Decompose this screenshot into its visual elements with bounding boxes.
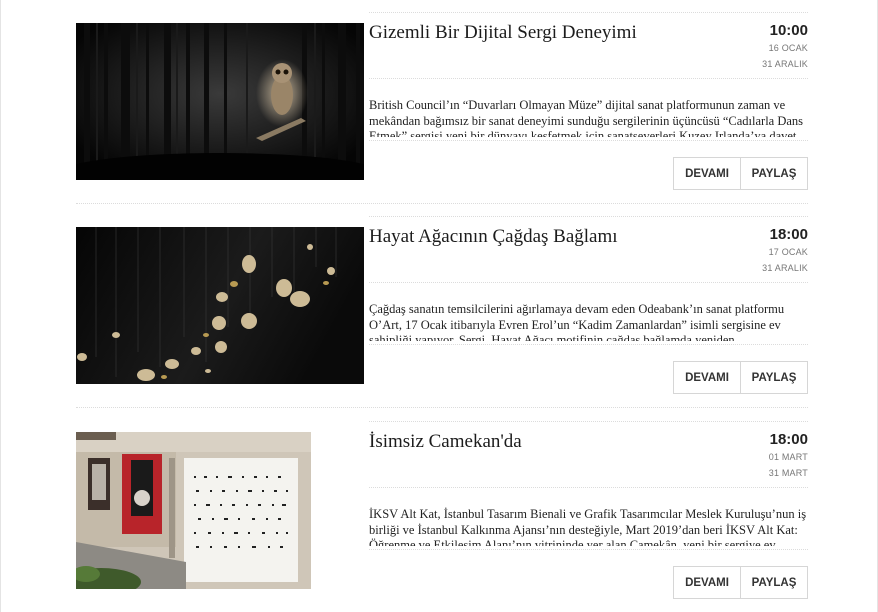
event-separator xyxy=(76,203,808,204)
event-actions: DEVAMI PAYLAŞ xyxy=(673,361,808,394)
event-start-date: 17 OCAK xyxy=(768,247,808,257)
event-actions: DEVAMI PAYLAŞ xyxy=(673,566,808,599)
event-description: İKSV Alt Kat, İstanbul Tasarım Bienali v… xyxy=(369,507,807,546)
share-button[interactable]: PAYLAŞ xyxy=(741,361,808,394)
more-button[interactable]: DEVAMI xyxy=(673,157,741,190)
divider xyxy=(369,216,808,217)
divider xyxy=(369,487,808,488)
event-end-date: 31 MART xyxy=(768,468,808,478)
event-description: British Council’ın “Duvarları Olmayan Mü… xyxy=(369,98,804,137)
event-title[interactable]: İsimsiz Camekan'da xyxy=(369,431,522,453)
event-info: Gizemli Bir Dijital Sergi Deneyimi 10:00… xyxy=(369,12,808,202)
divider xyxy=(369,140,808,141)
divider xyxy=(369,344,808,345)
event-separator xyxy=(76,407,808,408)
divider xyxy=(369,282,808,283)
divider xyxy=(369,12,808,13)
divider xyxy=(369,421,808,422)
event-card: İsimsiz Camekan'da 18:00 01 MART 31 MART… xyxy=(76,421,808,611)
share-button[interactable]: PAYLAŞ xyxy=(741,157,808,190)
event-time: 10:00 xyxy=(769,22,808,39)
event-description: Çağdaş sanatın temsilcilerini ağırlamaya… xyxy=(369,302,785,341)
divider xyxy=(369,549,808,550)
event-actions: DEVAMI PAYLAŞ xyxy=(673,157,808,190)
event-start-date: 16 OCAK xyxy=(768,43,808,53)
event-image-owl-forest[interactable] xyxy=(76,23,364,180)
event-start-date: 01 MART xyxy=(768,452,808,462)
event-info: Hayat Ağacının Çağdaş Bağlamı 18:00 17 O… xyxy=(369,216,808,406)
event-end-date: 31 ARALIK xyxy=(762,263,808,273)
more-button[interactable]: DEVAMI xyxy=(673,566,741,599)
event-card: Hayat Ağacının Çağdaş Bağlamı 18:00 17 O… xyxy=(76,216,808,406)
more-button[interactable]: DEVAMI xyxy=(673,361,741,394)
divider xyxy=(369,78,808,79)
events-page: Gizemli Bir Dijital Sergi Deneyimi 10:00… xyxy=(0,0,878,612)
share-button[interactable]: PAYLAŞ xyxy=(741,566,808,599)
event-info: İsimsiz Camekan'da 18:00 01 MART 31 MART… xyxy=(369,421,808,611)
event-title[interactable]: Hayat Ağacının Çağdaş Bağlamı xyxy=(369,226,618,248)
event-image-street-vitrine[interactable] xyxy=(76,432,311,589)
event-time: 18:00 xyxy=(769,226,808,243)
event-time: 18:00 xyxy=(769,431,808,448)
event-end-date: 31 ARALIK xyxy=(762,59,808,69)
event-image-hanging-eggs[interactable] xyxy=(76,227,364,384)
event-card: Gizemli Bir Dijital Sergi Deneyimi 10:00… xyxy=(76,12,808,202)
event-title[interactable]: Gizemli Bir Dijital Sergi Deneyimi xyxy=(369,22,637,44)
